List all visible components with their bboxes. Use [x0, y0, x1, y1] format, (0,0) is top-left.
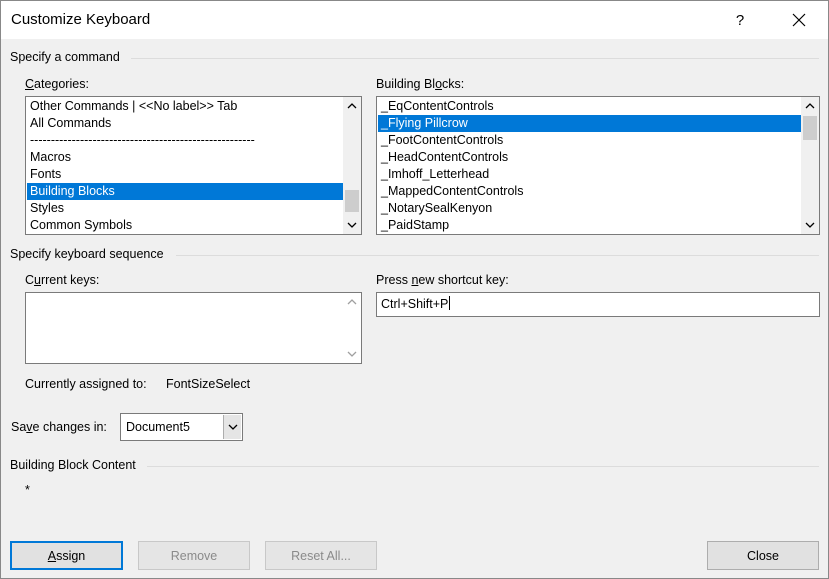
help-button[interactable]: ?	[717, 1, 763, 39]
currently-assigned-value: FontSizeSelect	[166, 377, 251, 391]
specify-command-group-label: Specify a command	[10, 50, 120, 64]
scroll-down-arrow	[343, 346, 361, 363]
close-window-button[interactable]	[776, 1, 822, 39]
categories-list: Other Commands | <<No label>> Tab All Com…	[27, 98, 343, 234]
chevron-up-icon	[805, 103, 815, 109]
building-block-item[interactable]: _PaidStamp	[378, 217, 801, 234]
scroll-up-arrow[interactable]	[343, 97, 361, 114]
building-blocks-listbox[interactable]: _EqContentControls _Flying Pillcrow _FootC…	[376, 96, 820, 235]
scroll-thumb[interactable]	[345, 190, 359, 212]
reset-all-button[interactable]: Reset All...	[265, 541, 377, 570]
remove-button[interactable]: Remove	[138, 541, 250, 570]
scroll-up-arrow	[343, 293, 361, 310]
keyboard-sequence-group-label: Specify keyboard sequence	[10, 247, 164, 261]
building-block-item[interactable]: _Flying Pillcrow	[378, 115, 801, 132]
building-block-item[interactable]: _MappedContentControls	[378, 183, 801, 200]
current-keys-listbox[interactable]	[25, 292, 362, 364]
categories-label: Categories:	[25, 77, 89, 91]
scroll-down-arrow[interactable]	[343, 217, 361, 234]
window-title: Customize Keyboard	[11, 11, 151, 28]
category-item[interactable]: ----------------------------------------…	[27, 132, 343, 149]
category-item[interactable]: Building Blocks	[27, 183, 343, 200]
title-bar: Customize Keyboard ?	[1, 1, 828, 39]
building-block-item[interactable]: _NotarySealKenyon	[378, 200, 801, 217]
save-changes-dropdown[interactable]: Document5	[120, 413, 243, 441]
chevron-up-icon	[347, 299, 357, 305]
scroll-up-arrow[interactable]	[801, 97, 819, 114]
category-item[interactable]: Macros	[27, 149, 343, 166]
group-divider	[147, 466, 819, 467]
block-content-value: *	[25, 483, 30, 497]
save-changes-label: Save changes in:	[11, 420, 107, 434]
chevron-down-icon	[805, 222, 815, 228]
category-item[interactable]: Fonts	[27, 166, 343, 183]
new-shortcut-input[interactable]: Ctrl+Shift+P	[376, 292, 820, 317]
new-shortcut-label: Press new shortcut key:	[376, 273, 509, 287]
building-blocks-scrollbar[interactable]	[801, 97, 819, 234]
customize-keyboard-dialog: Customize Keyboard ? Specify a command C…	[0, 0, 829, 579]
category-item[interactable]: Common Symbols	[27, 217, 343, 234]
scroll-thumb[interactable]	[803, 116, 817, 140]
chevron-down-icon	[347, 222, 357, 228]
close-button[interactable]: Close	[707, 541, 819, 570]
group-divider	[131, 58, 819, 59]
building-blocks-label: Building Blocks:	[376, 77, 465, 91]
building-block-item[interactable]: _Imhoff_Letterhead	[378, 166, 801, 183]
shortcut-value: Ctrl+Shift+P	[381, 297, 449, 311]
category-item[interactable]: Styles	[27, 200, 343, 217]
group-divider	[176, 255, 819, 256]
currently-assigned-label: Currently assigned to:	[25, 377, 147, 391]
category-item[interactable]: All Commands	[27, 115, 343, 132]
building-block-item[interactable]: _HeadContentControls	[378, 149, 801, 166]
close-icon	[792, 13, 806, 27]
categories-listbox[interactable]: Other Commands | <<No label>> Tab All Com…	[25, 96, 362, 235]
assign-button[interactable]: Assign	[10, 541, 123, 570]
current-keys-label: Current keys:	[25, 273, 100, 287]
text-caret	[449, 296, 451, 310]
building-blocks-list: _EqContentControls _Flying Pillcrow _FootC…	[378, 98, 801, 234]
chevron-down-icon	[228, 424, 237, 430]
dropdown-button[interactable]	[223, 415, 241, 439]
chevron-down-icon	[347, 351, 357, 357]
save-changes-value: Document5	[126, 420, 190, 434]
category-item[interactable]: Other Commands | <<No label>> Tab	[27, 98, 343, 115]
building-block-item[interactable]: _EqContentControls	[378, 98, 801, 115]
building-block-item[interactable]: _FootContentControls	[378, 132, 801, 149]
block-content-group-label: Building Block Content	[10, 458, 136, 472]
current-keys-scrollbar	[343, 293, 361, 363]
chevron-up-icon	[347, 103, 357, 109]
scroll-down-arrow[interactable]	[801, 217, 819, 234]
categories-scrollbar[interactable]	[343, 97, 361, 234]
